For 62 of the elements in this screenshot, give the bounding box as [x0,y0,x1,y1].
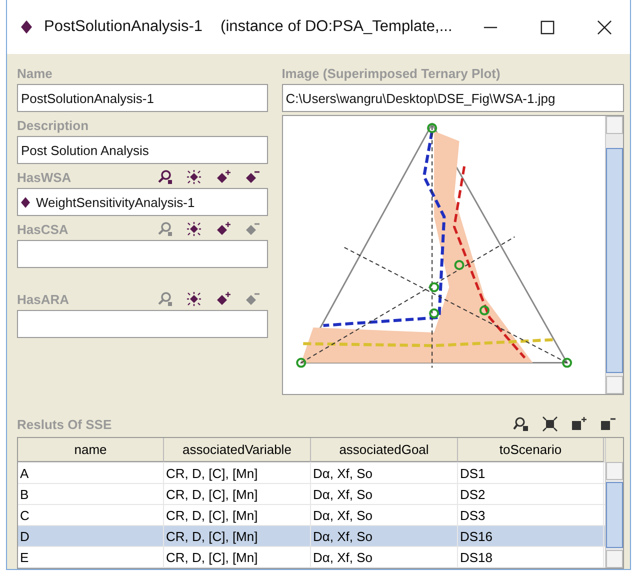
square-minus-icon[interactable] [600,416,616,432]
table-cell: Dα, Xf, So [311,484,458,504]
table-row[interactable]: E CR, D, [C], [Mn] Dα, Xf, So DS18 [18,547,605,568]
table-cell: DS1 [458,463,604,483]
field-label: HasARA [17,292,70,306]
table-cell: B [18,484,164,504]
star-burst-icon[interactable] [542,416,558,432]
table-cell: Dα, Xf, So [311,505,458,525]
text-field[interactable] [17,240,268,268]
table-cell: DS18 [458,547,604,567]
window-title: PostSolutionAnalysis-1 [44,18,203,36]
field-label: Image (Superimposed Ternary Plot) [282,64,502,83]
section-label: Resluts Of SSE [17,416,112,432]
table-cell: A [18,463,164,483]
diamond-icon [21,20,32,34]
diamond-plus-icon[interactable] [214,291,231,307]
window-subtitle: (instance of DO:PSA_Template,... [220,18,452,36]
table-row[interactable]: D CR, D, [C], [Mn] Dα, Xf, So DS16 [18,526,605,547]
diamond-plus-icon[interactable] [214,169,231,185]
column-header[interactable]: name [18,438,164,462]
table-cell: D [18,526,164,546]
text-field[interactable]: PostSolutionAnalysis-1 [17,84,268,112]
table-row[interactable]: B CR, D, [C], [Mn] Dα, Xf, So DS2 [18,484,605,505]
text-field[interactable]: Post Solution Analysis [17,136,268,164]
table-cell: CR, D, [C], [Mn] [164,463,311,483]
table-cell: C [18,505,164,525]
text-field[interactable]: C:\Users\wangru\Desktop\DSE_Fig\WSA-1.jpg [282,84,624,112]
text-field[interactable]: WeightSensitivityAnalysis-1 [17,188,268,216]
close-icon[interactable] [597,20,612,34]
column-header[interactable]: associatedGoal [311,438,458,462]
scrollbar[interactable] [605,116,623,394]
square-plus-icon[interactable] [571,416,587,432]
field-label: Description [17,118,89,132]
table-cell: DS16 [458,526,604,546]
column-header[interactable]: toScenario [458,438,604,462]
table-cell: CR, D, [C], [Mn] [164,547,311,567]
column-header[interactable]: associatedVariable [164,438,311,462]
diamond-minus-icon[interactable] [244,169,260,185]
table-cell: CR, D, [C], [Mn] [164,484,311,504]
diamond-icon [21,196,30,208]
table-cell: CR, D, [C], [Mn] [164,526,311,546]
search-icon[interactable] [513,416,529,432]
table-cell: Dα, Xf, So [311,526,458,546]
diamond-plus-icon[interactable] [214,221,231,237]
table-row[interactable]: A CR, D, [C], [Mn] Dα, Xf, So DS1 [18,463,605,484]
text-field[interactable] [17,310,268,338]
star-burst-icon[interactable] [186,169,202,185]
scrollbar[interactable] [605,438,623,568]
star-burst-icon[interactable] [186,221,202,237]
table-cell: CR, D, [C], [Mn] [164,505,311,525]
instance-item[interactable]: WeightSensitivityAnalysis-1 [36,194,195,210]
maximize-icon[interactable] [540,20,555,34]
table-cell: DS3 [458,505,604,525]
table-cell: Dα, Xf, So [311,463,458,483]
star-burst-icon[interactable] [186,291,202,307]
table-cell: E [18,547,164,567]
field-label: HasWSA [17,170,72,184]
field-label: HasCSA [17,222,68,236]
field-label: Name [17,66,52,80]
table-cell: DS2 [458,484,604,504]
table-cell: Dα, Xf, So [311,547,458,567]
search-icon[interactable] [156,169,173,185]
